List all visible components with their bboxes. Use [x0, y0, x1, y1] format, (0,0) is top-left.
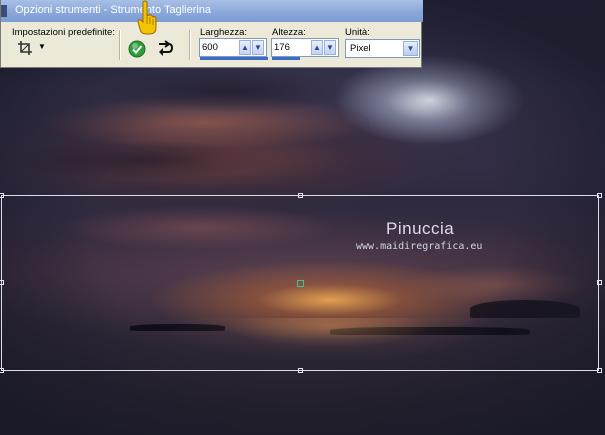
- width-spin-buttons: ▲ ▼: [239, 40, 265, 55]
- width-spinbox[interactable]: ▲ ▼: [199, 38, 268, 60]
- presets-dropdown-button[interactable]: ▼: [9, 38, 47, 58]
- chevron-down-icon[interactable]: ▼: [324, 40, 336, 55]
- palette-title: Opzioni strumenti - Strumento Taglierina: [15, 4, 212, 16]
- reset-arrow-icon: [159, 40, 174, 56]
- chevron-down-icon[interactable]: ▼: [403, 41, 418, 56]
- crop-handle-top[interactable]: [298, 193, 303, 198]
- height-input[interactable]: [274, 40, 308, 54]
- height-spin-buttons: ▲ ▼: [311, 40, 337, 55]
- width-label: Larghezza:: [200, 27, 248, 38]
- toolbar-separator: [119, 30, 121, 60]
- tool-options-palette: Opzioni strumenti - Strumento Taglierina…: [0, 0, 423, 68]
- width-input[interactable]: [202, 40, 236, 54]
- apply-crop-button[interactable]: [128, 40, 146, 58]
- crop-center-handle[interactable]: [297, 280, 304, 287]
- reset-button[interactable]: [155, 38, 175, 58]
- pointing-hand-icon: [137, 0, 157, 35]
- units-label: Unità:: [345, 27, 370, 38]
- height-spinbox[interactable]: ▲ ▼: [271, 38, 339, 60]
- units-selected-value: Pixel: [350, 43, 371, 54]
- presets-label: Impostazioni predefinite:: [12, 27, 115, 38]
- crop-handle-right[interactable]: [597, 280, 602, 285]
- units-select[interactable]: Pixel ▼: [345, 39, 420, 58]
- toolbar-separator: [189, 30, 191, 60]
- palette-grip-icon: [1, 5, 7, 17]
- crop-handle-bottom-left[interactable]: [0, 368, 4, 373]
- palette-titlebar[interactable]: Opzioni strumenti - Strumento Taglierina: [1, 0, 423, 22]
- crop-icon: [18, 41, 32, 55]
- crop-handle-left[interactable]: [0, 280, 4, 285]
- height-label: Altezza:: [272, 27, 306, 38]
- crop-handle-bottom-right[interactable]: [597, 368, 602, 373]
- chevron-down-icon[interactable]: ▼: [252, 40, 264, 55]
- spin-updown-icon[interactable]: ▲: [239, 40, 251, 55]
- crop-handle-top-left[interactable]: [0, 193, 4, 198]
- crop-handle-top-right[interactable]: [597, 193, 602, 198]
- chevron-down-icon: ▼: [38, 42, 46, 51]
- spin-updown-icon[interactable]: ▲: [311, 40, 323, 55]
- height-slider-bar[interactable]: [272, 57, 300, 60]
- checkmark-icon: [128, 40, 146, 58]
- width-slider-bar[interactable]: [200, 57, 268, 60]
- crop-handle-bottom[interactable]: [298, 368, 303, 373]
